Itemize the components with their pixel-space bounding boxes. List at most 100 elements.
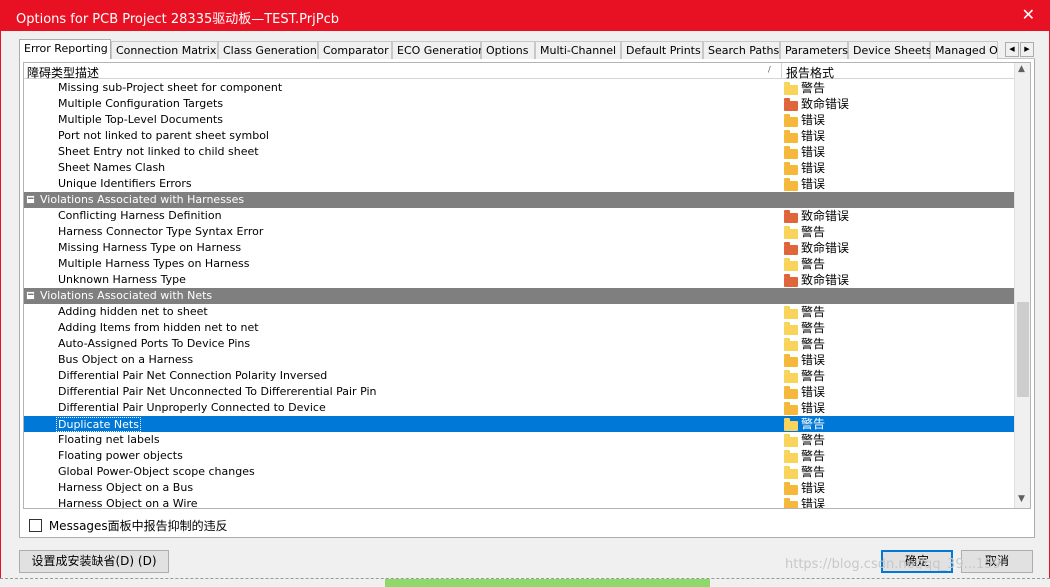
report-mode-dropdown[interactable]: 致命错误 xyxy=(784,272,849,288)
report-mode-dropdown[interactable]: 错误 xyxy=(784,160,825,176)
violation-row[interactable]: Differential Pair Unproperly Connected t… xyxy=(24,400,1016,416)
vertical-scrollbar[interactable]: ▲ ▼ xyxy=(1014,63,1030,508)
report-mode-dropdown[interactable]: 错误 xyxy=(784,496,825,508)
violation-row[interactable]: Floating power objects 警告 xyxy=(24,448,1016,464)
report-mode-label: 错误 xyxy=(801,129,826,143)
violation-row[interactable]: Harness Connector Type Syntax Error 警告 xyxy=(24,224,1016,240)
report-mode-dropdown[interactable]: 错误 xyxy=(784,384,825,400)
options-dialog: Options for PCB Project 28335驱动板—TEST.Pr… xyxy=(0,0,1050,587)
tab-managed-o[interactable]: Managed O xyxy=(930,41,998,59)
scroll-down-icon[interactable]: ▼ xyxy=(1018,494,1025,504)
collapse-icon[interactable]: − xyxy=(26,291,35,300)
report-mode-dropdown[interactable]: 警告 xyxy=(784,336,825,352)
report-mode-dropdown[interactable]: 错误 xyxy=(784,128,825,144)
report-mode-dropdown[interactable]: 警告 xyxy=(784,464,825,480)
report-mode-label: 警告 xyxy=(801,449,826,463)
report-mode-dropdown[interactable]: 致命错误 xyxy=(784,208,849,224)
column-header-description[interactable]: 障碍类型描述 xyxy=(27,64,99,81)
violation-row[interactable]: Unknown Harness Type 致命错误 xyxy=(24,272,1016,288)
report-mode-dropdown[interactable]: 错误 xyxy=(784,112,825,128)
report-mode-dropdown[interactable]: 致命错误 xyxy=(784,96,849,112)
report-mode-dropdown[interactable]: 警告 xyxy=(784,304,825,320)
report-mode-dropdown[interactable]: 警告 xyxy=(784,416,825,432)
tab-multi-channel[interactable]: Multi-Channel xyxy=(535,41,621,59)
report-mode-dropdown[interactable]: 错误 xyxy=(784,480,825,496)
collapse-icon[interactable]: − xyxy=(26,195,35,204)
violation-name: Adding Items from hidden net to net xyxy=(58,321,259,334)
report-mode-label: 致命错误 xyxy=(801,97,850,111)
set-defaults-button[interactable]: 设置成安装缺省(D) (D) xyxy=(19,550,169,573)
tab-parameters[interactable]: Parameters xyxy=(780,41,848,59)
title-bar: Options for PCB Project 28335驱动板—TEST.Pr… xyxy=(1,1,1049,31)
report-mode-dropdown[interactable]: 警告 xyxy=(784,432,825,448)
report-mode-label: 警告 xyxy=(801,257,826,271)
violation-name: Harness Object on a Bus xyxy=(58,481,194,494)
tab-scroll-left-icon[interactable]: ◀ xyxy=(1005,42,1019,57)
violation-name: Adding hidden net to sheet xyxy=(58,305,208,318)
scroll-thumb[interactable] xyxy=(1017,302,1029,397)
report-mode-dropdown[interactable]: 警告 xyxy=(784,368,825,384)
violation-row[interactable]: Harness Object on a Bus 错误 xyxy=(24,480,1016,496)
tab-class-generation[interactable]: Class Generation xyxy=(218,41,318,59)
violation-row[interactable]: Bus Object on a Harness 错误 xyxy=(24,352,1016,368)
report-mode-dropdown[interactable]: 警告 xyxy=(784,256,825,272)
report-suppressed-checkbox-row[interactable]: Messages面板中报告抑制的违反 xyxy=(29,517,228,534)
group-row[interactable]: − Violations Associated with Nets xyxy=(24,288,1016,304)
report-mode-dropdown[interactable]: 警告 xyxy=(784,320,825,336)
report-mode-dropdown[interactable]: 错误 xyxy=(784,176,825,192)
column-header-report-mode[interactable]: 报告格式 xyxy=(786,64,834,81)
violation-name: Floating power objects xyxy=(58,449,183,462)
tab-error-reporting[interactable]: Error Reporting xyxy=(19,39,111,60)
violation-row[interactable]: Port not linked to parent sheet symbol 错误 xyxy=(24,128,1016,144)
violation-row[interactable]: Missing sub-Project sheet for component 警… xyxy=(24,80,1016,96)
violation-name: Conflicting Harness Definition xyxy=(58,209,222,222)
violation-row[interactable]: Harness Object on a Wire 错误 xyxy=(24,496,1016,508)
report-mode-label: 警告 xyxy=(801,81,826,95)
scroll-up-icon[interactable]: ▲ xyxy=(1018,64,1025,74)
violation-row[interactable]: Global Power-Object scope changes 警告 xyxy=(24,464,1016,480)
report-mode-dropdown[interactable]: 错误 xyxy=(784,400,825,416)
folder-icon xyxy=(784,450,798,463)
report-suppressed-checkbox[interactable] xyxy=(29,519,42,532)
violation-row[interactable]: Auto-Assigned Ports To Device Pins 警告 xyxy=(24,336,1016,352)
tab-eco-generation[interactable]: ECO Generation xyxy=(392,41,485,59)
violation-row[interactable]: Unique Identifiers Errors 错误 xyxy=(24,176,1016,192)
folder-icon xyxy=(784,322,798,335)
violation-name: Port not linked to parent sheet symbol xyxy=(58,129,269,142)
violation-row[interactable]: Missing Harness Type on Harness 致命错误 xyxy=(24,240,1016,256)
violation-row[interactable]: Adding hidden net to sheet 警告 xyxy=(24,304,1016,320)
close-icon[interactable]: ✕ xyxy=(1022,5,1035,24)
tab-connection-matrix[interactable]: Connection Matrix xyxy=(111,41,218,59)
violation-name: Bus Object on a Harness xyxy=(58,353,194,366)
tab-search-paths[interactable]: Search Paths xyxy=(703,41,780,59)
report-mode-dropdown[interactable]: 警告 xyxy=(784,80,825,96)
folder-icon xyxy=(784,114,798,127)
violation-row[interactable]: Sheet Entry not linked to child sheet 错误 xyxy=(24,144,1016,160)
report-mode-dropdown[interactable]: 错误 xyxy=(784,144,825,160)
tab-scroll-right-icon[interactable]: ▶ xyxy=(1020,42,1034,57)
tab-device-sheets[interactable]: Device Sheets xyxy=(848,41,932,59)
report-mode-dropdown[interactable]: 致命错误 xyxy=(784,240,849,256)
violation-row[interactable]: Differential Pair Net Unconnected To Dif… xyxy=(24,384,1016,400)
violation-row[interactable]: Multiple Top-Level Documents 错误 xyxy=(24,112,1016,128)
group-row[interactable]: − Violations Associated with Harnesses xyxy=(24,192,1016,208)
violation-row[interactable]: Adding Items from hidden net to net 警告 xyxy=(24,320,1016,336)
tab-options[interactable]: Options xyxy=(481,41,535,59)
column-divider[interactable] xyxy=(781,63,782,79)
violation-row[interactable]: Floating net labels 警告 xyxy=(24,432,1016,448)
tab-default-prints[interactable]: Default Prints xyxy=(621,41,703,59)
violation-name: Multiple Top-Level Documents xyxy=(58,113,223,126)
report-mode-dropdown[interactable]: 错误 xyxy=(784,352,825,368)
report-mode-label: 错误 xyxy=(801,161,826,175)
violation-name: Missing Harness Type on Harness xyxy=(58,241,242,254)
report-mode-dropdown[interactable]: 警告 xyxy=(784,224,825,240)
tab-comparator[interactable]: Comparator xyxy=(318,41,392,59)
violation-row[interactable]: Conflicting Harness Definition 致命错误 xyxy=(24,208,1016,224)
violation-row[interactable]: Multiple Harness Types on Harness 警告 xyxy=(24,256,1016,272)
violation-name: Auto-Assigned Ports To Device Pins xyxy=(58,337,251,350)
violation-row[interactable]: Differential Pair Net Connection Polarit… xyxy=(24,368,1016,384)
violation-row[interactable]: Sheet Names Clash 错误 xyxy=(24,160,1016,176)
violation-row[interactable]: Duplicate Nets 警告 xyxy=(24,416,1016,432)
violation-row[interactable]: Multiple Configuration Targets 致命错误 xyxy=(24,96,1016,112)
report-mode-dropdown[interactable]: 警告 xyxy=(784,448,825,464)
